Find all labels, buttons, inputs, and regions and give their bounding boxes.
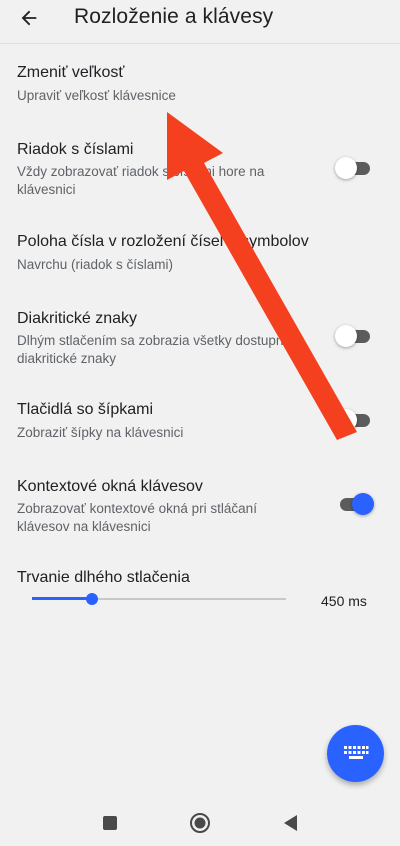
- setting-subtitle: Upraviť veľkosť klávesnice: [17, 88, 176, 103]
- toggle-knob: [335, 157, 357, 179]
- back-button[interactable]: [14, 5, 44, 31]
- setting-long-press: Trvanie dlhého stlačenia: [0, 556, 400, 626]
- slider-value: 450 ms: [321, 593, 367, 609]
- system-nav-bar: [0, 800, 400, 846]
- key-popups-toggle[interactable]: [338, 493, 374, 515]
- square-recents-icon[interactable]: [102, 815, 118, 831]
- setting-title: Riadok s číslami: [17, 141, 134, 158]
- setting-subtitle: Dlhým stlačením sa zobrazia všetky dostu…: [17, 333, 291, 366]
- setting-title: Diakritické znaky: [17, 310, 138, 327]
- arrow-keys-toggle[interactable]: [335, 409, 372, 431]
- triangle-back-icon[interactable]: [282, 814, 298, 832]
- setting-number-position[interactable]: Poloha čísla v rozložení čísel a symbolo…: [0, 218, 400, 282]
- setting-number-row[interactable]: Riadok s číslami Vždy zobrazovať riadok …: [0, 128, 400, 198]
- diacritics-toggle[interactable]: [335, 325, 372, 347]
- toggle-knob: [352, 493, 374, 515]
- setting-diacritics[interactable]: Diakritické znaky Dlhým stlačením sa zob…: [0, 296, 400, 368]
- setting-subtitle: Zobraziť šípky na klávesnici: [17, 425, 184, 440]
- back-arrow-icon: [21, 10, 37, 26]
- setting-title: Zmeniť veľkosť: [17, 64, 125, 81]
- toggle-knob: [335, 409, 357, 431]
- setting-title: Poloha čísla v rozložení čísel a symbolo…: [17, 233, 309, 250]
- long-press-slider[interactable]: [32, 593, 286, 605]
- slider-fill: [32, 597, 92, 600]
- circle-home-icon[interactable]: [189, 812, 211, 834]
- setting-key-popups[interactable]: Kontextové okná klávesov Zobrazovať kont…: [0, 462, 400, 540]
- slider-thumb[interactable]: [86, 593, 98, 605]
- number-row-toggle[interactable]: [335, 157, 372, 179]
- keyboard-icon: [343, 745, 368, 759]
- setting-arrow-keys[interactable]: Tlačidlá so šípkami Zobraziť šípky na kl…: [0, 386, 400, 450]
- keyboard-fab[interactable]: [327, 725, 384, 782]
- toggle-knob: [335, 325, 357, 347]
- setting-title: Kontextové okná klávesov: [17, 478, 203, 495]
- setting-title: Trvanie dlhého stlačenia: [17, 569, 190, 586]
- setting-resize[interactable]: Zmeniť veľkosť Upraviť veľkosť klávesnic…: [0, 46, 400, 112]
- setting-subtitle: Vždy zobrazovať riadok s číslami hore na…: [17, 164, 265, 197]
- setting-subtitle: Navrchu (riadok s číslami): [17, 257, 174, 272]
- setting-title: Tlačidlá so šípkami: [17, 401, 154, 418]
- app-bar: Rozloženie a klávesy: [0, 0, 400, 44]
- setting-subtitle: Zobrazovať kontextové okná pri stláčaní …: [17, 501, 257, 534]
- page-title: Rozloženie a klávesy: [74, 5, 274, 28]
